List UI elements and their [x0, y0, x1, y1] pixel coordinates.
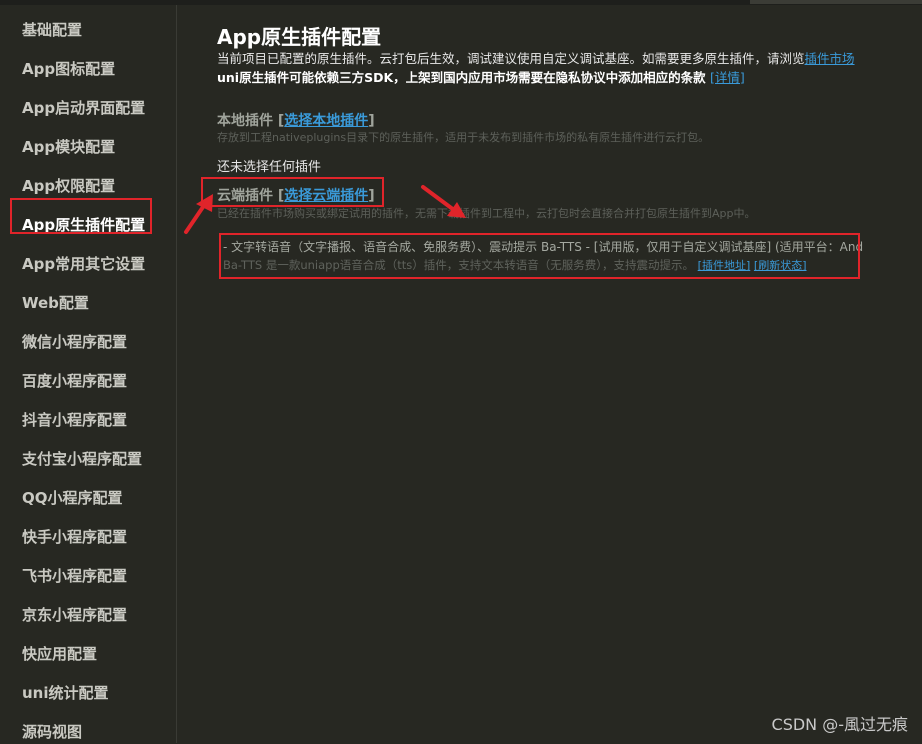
plugin-market-link[interactable]: 插件市场	[805, 51, 855, 66]
local-plugins-description: 存放到工程nativeplugins目录下的原生插件，适用于未发布到插件市场的私…	[217, 131, 710, 144]
sidebar-item-basic[interactable]: 基础配置	[22, 18, 82, 42]
sidebar-item-douyin[interactable]: 抖音小程序配置	[22, 408, 127, 432]
top-bar-accent	[750, 0, 922, 4]
sidebar-item-feishu[interactable]: 飞书小程序配置	[22, 564, 127, 588]
sidebar: 基础配置 App图标配置 App启动界面配置 App模块配置 App权限配置 A…	[0, 5, 177, 743]
description-line-2: uni原生插件可能依赖三方SDK，上架到国内应用市场需要在隐私协议中添加相应的条…	[217, 67, 745, 86]
sidebar-item-kuaishou[interactable]: 快手小程序配置	[22, 525, 127, 549]
page-title: App原生插件配置	[217, 25, 382, 49]
local-plugins-label: 本地插件 [	[217, 113, 285, 129]
sidebar-item-weixin[interactable]: 微信小程序配置	[22, 330, 127, 354]
sidebar-item-qq[interactable]: QQ小程序配置	[22, 486, 123, 510]
local-plugins-heading: 本地插件 [选择本地插件]	[217, 110, 375, 130]
select-local-plugins-link[interactable]: 选择本地插件	[284, 113, 368, 129]
main-panel: App原生插件配置 当前项目已配置的原生插件。云打包后生效，调试建议使用自定义调…	[176, 5, 922, 743]
details-link[interactable]: [详情]	[710, 70, 745, 85]
cloud-plugins-highlight-box	[201, 177, 384, 207]
sidebar-item-baidu[interactable]: 百度小程序配置	[22, 369, 127, 393]
sidebar-item-uni-stat[interactable]: uni统计配置	[22, 681, 109, 705]
cloud-plugins-description: 已经在插件市场购买或绑定试用的插件，无需下载插件到工程中，云打包时会直接合并打包…	[217, 207, 756, 220]
red-arrow-up-icon	[184, 194, 213, 234]
sidebar-item-app-splash[interactable]: App启动界面配置	[22, 96, 145, 120]
sidebar-item-quickapp[interactable]: 快应用配置	[22, 642, 97, 666]
sidebar-item-jd[interactable]: 京东小程序配置	[22, 603, 127, 627]
sidebar-item-app-permissions[interactable]: App权限配置	[22, 174, 115, 198]
sidebar-item-alipay[interactable]: 支付宝小程序配置	[22, 447, 142, 471]
no-plugins-selected-text: 还未选择任何插件	[217, 160, 322, 175]
csdn-watermark: CSDN @-風过无痕	[771, 715, 908, 734]
sidebar-item-app-modules[interactable]: App模块配置	[22, 135, 115, 159]
active-item-highlight-box	[10, 198, 152, 234]
sidebar-item-web[interactable]: Web配置	[22, 291, 89, 315]
red-arrow-down-icon	[421, 185, 466, 218]
sidebar-item-app-other-settings[interactable]: App常用其它设置	[22, 252, 145, 276]
sdk-notice-text: uni原生插件可能依赖三方SDK，上架到国内应用市场需要在隐私协议中添加相应的条…	[217, 70, 706, 85]
sidebar-item-source-view[interactable]: 源码视图	[22, 720, 82, 744]
cloud-plugin-entry-highlight-box	[219, 233, 860, 279]
description-line-1: 当前项目已配置的原生插件。云打包后生效，调试建议使用自定义调试基座。如需要更多原…	[217, 48, 855, 67]
sidebar-item-app-icon[interactable]: App图标配置	[22, 57, 115, 81]
local-plugins-bracket: ]	[368, 113, 375, 129]
description-text: 当前项目已配置的原生插件。云打包后生效，调试建议使用自定义调试基座。如需要更多原…	[217, 51, 805, 66]
